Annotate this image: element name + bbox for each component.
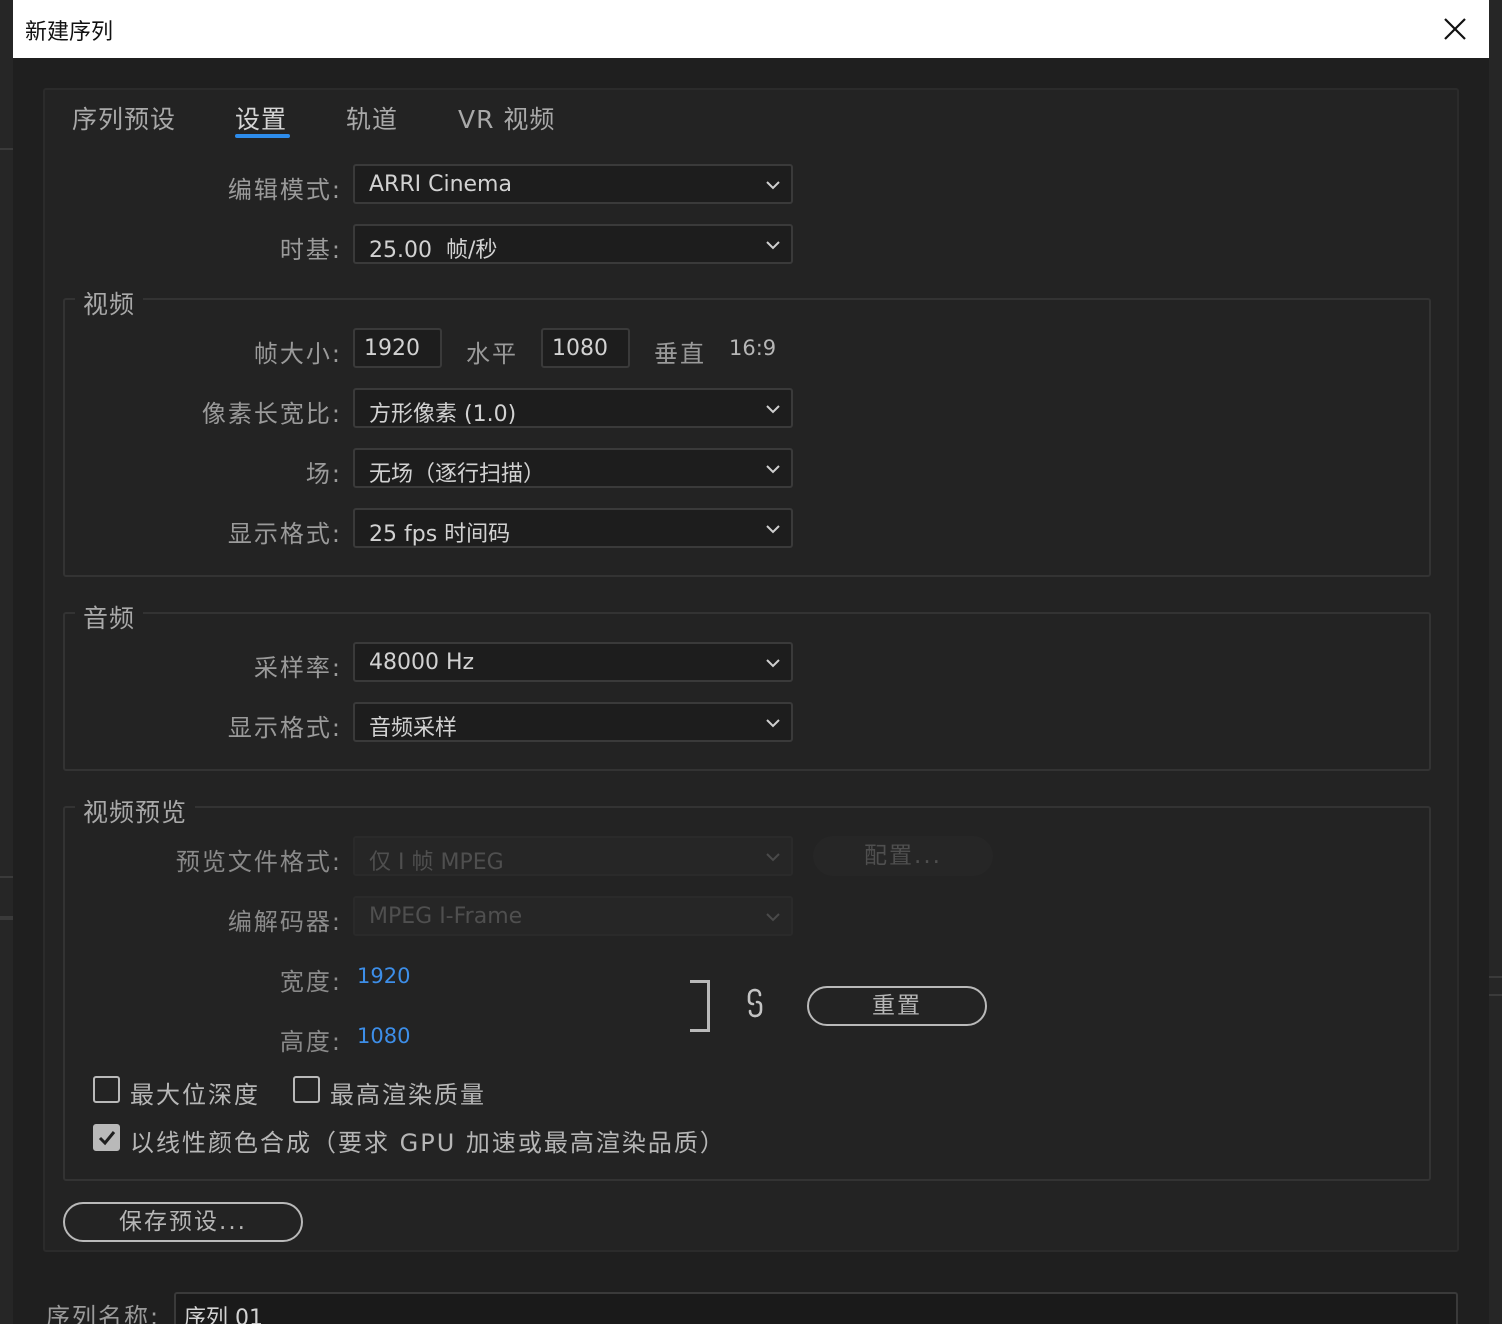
- fields-label: 场:: [305, 460, 342, 488]
- audio-display-format-label: 显示格式:: [227, 714, 342, 742]
- preview-height-value[interactable]: 1080: [357, 1024, 410, 1048]
- max-render-quality-checkbox[interactable]: [293, 1076, 320, 1103]
- timebase-dropdown[interactable]: 25.00 帧/秒: [353, 224, 793, 264]
- codec-dropdown: MPEG I-Frame: [353, 896, 793, 936]
- video-display-format-label: 显示格式:: [227, 520, 342, 548]
- active-tab-indicator: [235, 134, 290, 138]
- tab-tracks[interactable]: 轨道: [346, 100, 398, 136]
- fields-value: 无场（逐行扫描）: [369, 462, 546, 487]
- frame-height-input[interactable]: 1080: [541, 328, 630, 368]
- background-divider: [1489, 976, 1502, 978]
- frame-width-value: 1920: [364, 336, 420, 361]
- sample-rate-dropdown[interactable]: 48000 Hz: [353, 642, 793, 682]
- preview-width-value[interactable]: 1920: [357, 964, 410, 988]
- background-app-right: [1489, 0, 1502, 1324]
- fields-dropdown[interactable]: 无场（逐行扫描）: [353, 448, 793, 488]
- editing-mode-dropdown[interactable]: ARRI Cinema: [353, 164, 793, 204]
- preview-file-format-label: 预览文件格式:: [175, 848, 342, 876]
- video-display-format-value: 25 fps 时间码: [369, 522, 511, 547]
- chevron-down-icon: [766, 465, 780, 474]
- linear-color-checkbox[interactable]: [93, 1124, 120, 1151]
- sample-rate-label: 采样率:: [253, 654, 342, 682]
- sequence-name-value: 序列 01: [184, 1306, 263, 1324]
- audio-display-format-value: 音频采样: [369, 716, 458, 741]
- horizontal-label: 水平: [466, 340, 518, 368]
- timebase-value: 25.00 帧/秒: [369, 238, 498, 263]
- sequence-name-input[interactable]: 序列 01: [174, 1292, 1458, 1324]
- pixel-aspect-dropdown[interactable]: 方形像素 (1.0): [353, 388, 793, 428]
- video-display-format-dropdown[interactable]: 25 fps 时间码: [353, 508, 793, 548]
- video-group-title: 视频: [75, 285, 144, 321]
- sample-rate-value: 48000 Hz: [369, 650, 475, 675]
- dialog-titlebar: 新建序列: [13, 0, 1489, 58]
- close-icon: [1444, 18, 1466, 40]
- max-bit-depth-checkbox[interactable]: [93, 1076, 120, 1103]
- close-button[interactable]: [1437, 12, 1473, 46]
- chevron-down-icon: [766, 659, 780, 668]
- link-bracket: [690, 980, 710, 1032]
- preview-file-format-value: 仅 I 帧 MPEG: [369, 850, 504, 875]
- save-preset-button[interactable]: 保存预设...: [63, 1202, 303, 1242]
- configure-button: 配置...: [813, 836, 993, 876]
- preview-height-label: 高度:: [279, 1028, 342, 1056]
- background-divider: [0, 876, 13, 878]
- frame-height-value: 1080: [552, 336, 608, 361]
- chevron-down-icon: [766, 181, 780, 190]
- background-divider: [0, 148, 13, 150]
- pixel-aspect-value: 方形像素 (1.0): [369, 402, 517, 427]
- linear-color-label: 以线性颜色合成（要求 GPU 加速或最高渲染品质）: [130, 1129, 726, 1157]
- background-divider: [0, 916, 13, 920]
- vertical-label: 垂直: [654, 340, 706, 368]
- link-icon[interactable]: [745, 986, 765, 1024]
- background-divider: [1489, 994, 1502, 996]
- reset-button[interactable]: 重置: [807, 986, 987, 1026]
- audio-display-format-dropdown[interactable]: 音频采样: [353, 702, 793, 742]
- preview-width-label: 宽度:: [279, 968, 342, 996]
- chevron-down-icon: [766, 241, 780, 250]
- aspect-ratio: 16:9: [729, 336, 777, 360]
- dialog-title: 新建序列: [25, 20, 114, 45]
- editing-mode-value: ARRI Cinema: [369, 172, 512, 197]
- codec-label: 编解码器:: [227, 908, 342, 936]
- timebase-label: 时基:: [279, 236, 342, 264]
- editing-mode-label: 编辑模式:: [227, 176, 342, 204]
- chevron-down-icon: [766, 719, 780, 728]
- chevron-down-icon: [766, 853, 780, 862]
- max-render-quality-label: 最高渲染质量: [330, 1081, 486, 1109]
- pixel-aspect-label: 像素长宽比:: [201, 400, 342, 428]
- chevron-down-icon: [766, 405, 780, 414]
- preview-file-format-dropdown: 仅 I 帧 MPEG: [353, 836, 793, 876]
- frame-size-label: 帧大小:: [253, 340, 342, 368]
- chevron-down-icon: [766, 525, 780, 534]
- audio-group-title: 音频: [75, 599, 144, 635]
- max-bit-depth-label: 最大位深度: [130, 1081, 260, 1109]
- audio-group: [63, 612, 1431, 771]
- codec-value: MPEG I-Frame: [369, 904, 523, 929]
- checkmark-icon: [98, 1131, 116, 1146]
- background-app-left: [0, 0, 13, 1324]
- frame-width-input[interactable]: 1920: [353, 328, 442, 368]
- sequence-name-label: 序列名称:: [46, 1303, 161, 1324]
- tab-settings[interactable]: 设置: [235, 100, 287, 136]
- chevron-down-icon: [766, 913, 780, 922]
- tab-sequence-presets[interactable]: 序列预设: [72, 100, 176, 136]
- video-preview-group-title: 视频预览: [75, 793, 196, 829]
- tab-vr-video[interactable]: VR 视频: [458, 100, 555, 136]
